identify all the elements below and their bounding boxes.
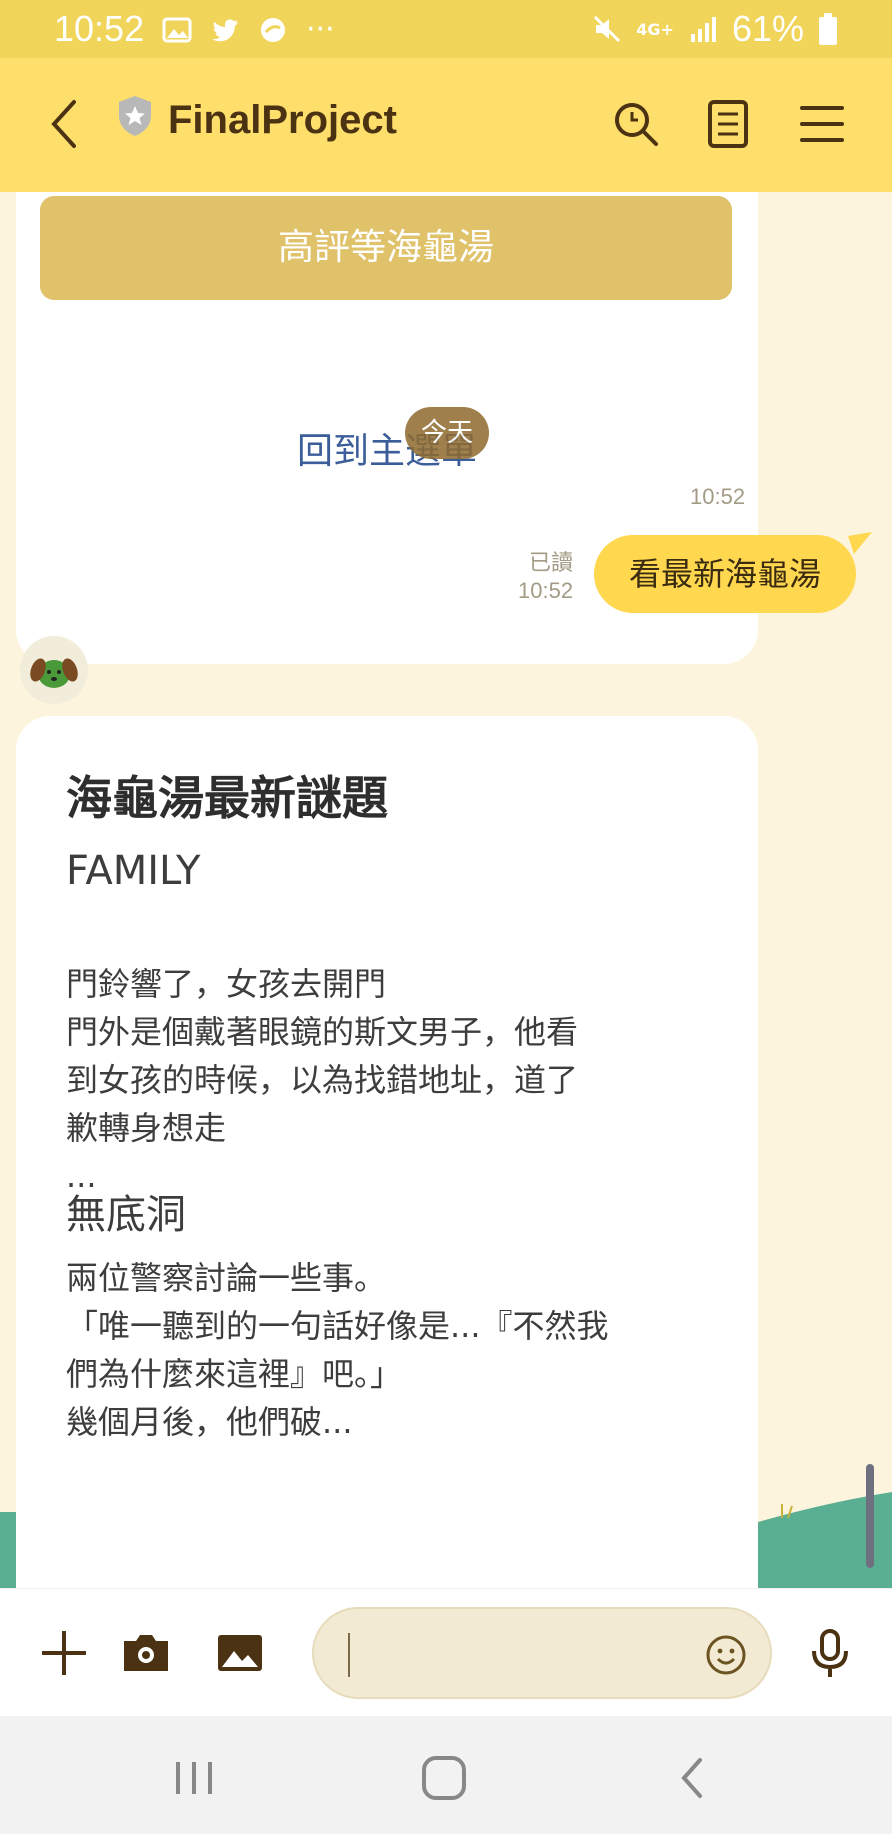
text-cursor: [348, 1633, 350, 1677]
puzzle-description: 門鈴響了，女孩去開門 門外是個戴著眼鏡的斯文男子，他看 到女孩的時候，以為找錯地…: [66, 965, 579, 1195]
user-message-bubble[interactable]: 看最新海龜湯: [594, 535, 856, 613]
signal-icon: [690, 17, 716, 42]
twitter-icon: [212, 18, 238, 41]
camera-icon[interactable]: [118, 1625, 174, 1681]
puzzle-card: 海龜湯最新謎題 FAMILY 門鈴響了，女孩去開門 門外是個戴著眼鏡的斯文男子，…: [16, 716, 758, 1588]
more-notifications-icon: ···: [306, 12, 335, 47]
chat-header: FinalProject: [0, 58, 892, 192]
dog-avatar-icon: [30, 658, 78, 688]
message-input[interactable]: [344, 1629, 684, 1679]
chat-area[interactable]: 高評等海龜湯 回到主選單 今天 10:52 已讀 10:52 看最新海龜湯 海龜…: [0, 192, 892, 1588]
plus-icon[interactable]: [36, 1625, 92, 1681]
back-arrow-icon[interactable]: [44, 94, 84, 154]
shield-icon: [119, 96, 151, 136]
bot-avatar[interactable]: [20, 636, 88, 704]
puzzle-title[interactable]: FAMILY: [66, 848, 200, 894]
background-hill: [0, 1512, 16, 1588]
battery-percentage: 61%: [731, 8, 804, 49]
puzzle-title[interactable]: 無底洞: [66, 1182, 186, 1240]
battery-icon: [819, 13, 837, 45]
read-label: 已讀: [529, 550, 574, 575]
gallery-notification-icon: [162, 17, 192, 42]
recent-apps-icon[interactable]: [166, 1754, 222, 1802]
status-bar: 10:52 ··· 4G+ 61%: [0, 0, 892, 58]
date-pill: 今天: [405, 407, 489, 459]
network-type-icon: 4G+: [636, 19, 674, 39]
read-receipt: 已讀 10:52: [518, 549, 573, 605]
chat-title: FinalProject: [168, 98, 397, 142]
bubble-tail: [848, 532, 872, 554]
back-nav-icon[interactable]: [666, 1754, 722, 1802]
menu-icon[interactable]: [796, 98, 848, 150]
microphone-icon[interactable]: [802, 1625, 858, 1681]
image-icon[interactable]: [212, 1625, 268, 1681]
message-input-bar: [0, 1588, 892, 1716]
user-message-time: 10:52: [518, 578, 574, 603]
emoji-icon[interactable]: [704, 1633, 748, 1677]
home-icon[interactable]: [416, 1754, 472, 1802]
high-rated-soup-button[interactable]: 高評等海龜湯: [40, 196, 732, 300]
system-nav-bar: [0, 1716, 892, 1834]
mute-icon: [594, 15, 621, 43]
message-field[interactable]: [312, 1607, 772, 1699]
bot-message-time: 10:52: [690, 484, 746, 509]
back-to-main-menu-link[interactable]: 回到主選單: [16, 422, 758, 474]
scrollbar[interactable]: [866, 1464, 874, 1568]
notes-icon[interactable]: [702, 98, 754, 150]
status-time: 10:52: [54, 8, 145, 49]
search-icon[interactable]: [610, 98, 662, 150]
puzzle-card-heading: 海龜湯最新謎題: [66, 771, 388, 825]
app-notification-icon: [261, 17, 285, 42]
puzzle-description: 兩位警察討論一些事。 「唯一聽到的一句話好像是...『不然我 們為什麼來這裡』吧…: [66, 1259, 609, 1441]
